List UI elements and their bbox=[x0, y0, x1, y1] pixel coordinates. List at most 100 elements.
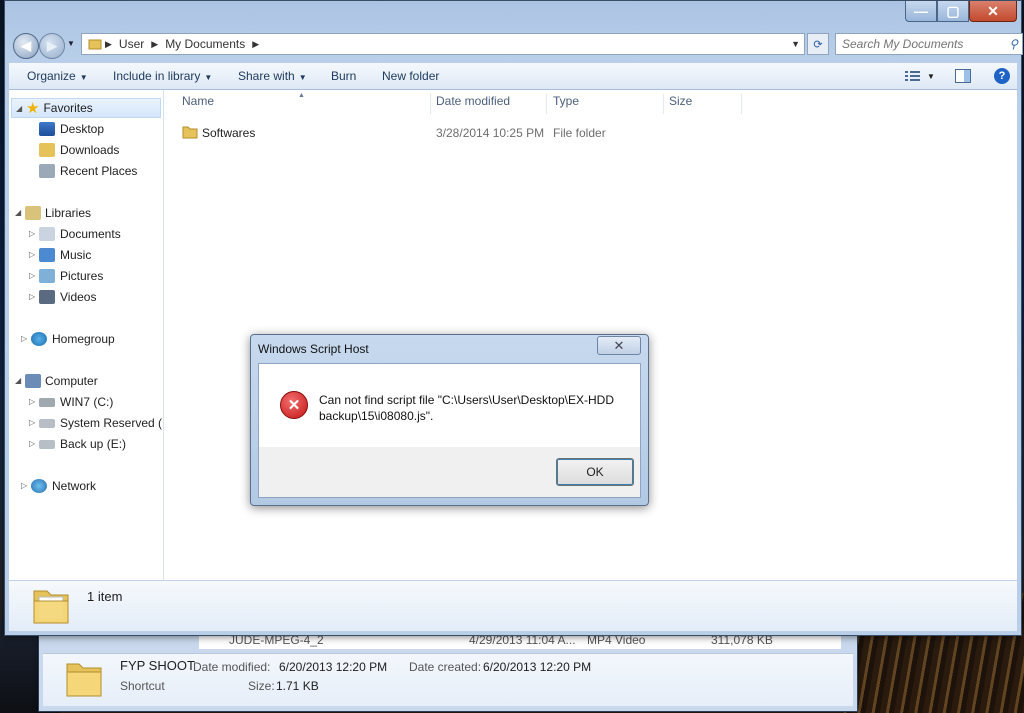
expand-arrow-icon[interactable]: ◢ bbox=[15, 376, 21, 385]
tree-item-documents[interactable]: ▷ Documents bbox=[29, 224, 121, 244]
minimize-button[interactable]: — bbox=[905, 1, 937, 22]
explorer-window[interactable]: — ▢ ✕ ◀ ▶ ▼ ▶ User ▶ My Documents ▶ ▼ ⟳ … bbox=[4, 0, 1023, 636]
dialog-footer: OK bbox=[259, 447, 640, 497]
tree-item-homegroup[interactable]: ▷ Homegroup bbox=[21, 329, 115, 349]
search-box[interactable]: ⚲ bbox=[835, 33, 1023, 55]
documents-icon bbox=[39, 227, 55, 241]
tree-item-videos[interactable]: ▷ Videos bbox=[29, 287, 96, 307]
background-details-name: FYP SHOOT bbox=[120, 658, 195, 673]
tree-item-drive-e[interactable]: ▷ Back up (E:) bbox=[29, 434, 126, 454]
address-dropdown-icon[interactable]: ▼ bbox=[791, 39, 800, 49]
file-row[interactable]: Softwares 3/28/2014 10:25 PM File folder bbox=[174, 122, 734, 142]
collapse-arrow-icon[interactable]: ▷ bbox=[29, 250, 35, 259]
pictures-icon bbox=[39, 269, 55, 283]
tree-item-pictures[interactable]: ▷ Pictures bbox=[29, 266, 103, 286]
music-icon bbox=[39, 248, 55, 262]
collapse-arrow-icon[interactable]: ▷ bbox=[29, 292, 35, 301]
include-in-library-menu[interactable]: Include in library ▼ bbox=[113, 69, 212, 83]
background-date-modified-label: Date modified: bbox=[193, 660, 271, 674]
breadcrumb-separator-icon: ▶ bbox=[105, 38, 112, 49]
collapse-arrow-icon[interactable]: ▷ bbox=[29, 418, 35, 427]
include-in-library-label: Include in library bbox=[113, 69, 201, 83]
share-with-menu[interactable]: Share with ▼ bbox=[238, 69, 307, 83]
refresh-button[interactable]: ⟳ bbox=[807, 33, 829, 55]
tree-item-music[interactable]: ▷ Music bbox=[29, 245, 91, 265]
column-divider[interactable] bbox=[430, 94, 431, 114]
computer-icon bbox=[25, 374, 41, 388]
maximize-button[interactable]: ▢ bbox=[937, 1, 969, 22]
tree-item-favorites[interactable]: ◢ ★ Favorites bbox=[11, 98, 161, 118]
homegroup-icon bbox=[31, 332, 47, 346]
help-button[interactable]: ? bbox=[993, 67, 1011, 85]
address-bar[interactable]: ▶ User ▶ My Documents ▶ ▼ bbox=[81, 33, 805, 55]
forward-button[interactable]: ▶ bbox=[39, 33, 65, 59]
close-button[interactable]: ✕ bbox=[969, 1, 1017, 22]
caption-buttons: — ▢ ✕ bbox=[905, 1, 1017, 23]
column-header-date-modified[interactable]: Date modified bbox=[436, 94, 510, 114]
tree-label-downloads: Downloads bbox=[60, 143, 120, 157]
change-view-button[interactable]: ▼ bbox=[901, 67, 939, 85]
ok-button[interactable]: OK bbox=[556, 458, 634, 486]
expand-arrow-icon[interactable]: ◢ bbox=[16, 104, 22, 113]
burn-button[interactable]: Burn bbox=[331, 69, 356, 83]
item-count: 1 item bbox=[87, 589, 123, 604]
collapse-arrow-icon[interactable]: ▷ bbox=[29, 271, 35, 280]
background-date-modified: 6/20/2013 12:20 PM bbox=[279, 660, 388, 674]
column-divider[interactable] bbox=[663, 94, 664, 114]
preview-pane-button[interactable] bbox=[953, 67, 973, 85]
breadcrumb-user[interactable]: User bbox=[119, 37, 144, 51]
breadcrumb-my-documents[interactable]: My Documents bbox=[165, 37, 245, 51]
recent-places-icon bbox=[39, 164, 55, 178]
background-details-pane: FYP SHOOT Date modified: 6/20/2013 12:20… bbox=[43, 653, 853, 706]
navigation-bar: ◀ ▶ ▼ ▶ User ▶ My Documents ▶ ▼ ⟳ ⚲ bbox=[11, 31, 1023, 59]
share-with-label: Share with bbox=[238, 69, 295, 83]
tree-label-computer: Computer bbox=[45, 374, 98, 388]
tree-item-computer[interactable]: ◢ Computer bbox=[11, 371, 98, 391]
drive-icon bbox=[39, 397, 55, 407]
column-divider[interactable] bbox=[546, 94, 547, 114]
column-divider[interactable] bbox=[741, 94, 742, 114]
organize-menu[interactable]: Organize ▼ bbox=[27, 69, 88, 83]
search-icon[interactable]: ⚲ bbox=[1009, 37, 1018, 51]
expand-arrow-icon[interactable]: ◢ bbox=[15, 208, 21, 217]
tree-item-desktop[interactable]: Desktop bbox=[39, 119, 104, 139]
videos-icon bbox=[39, 290, 55, 304]
column-header-size[interactable]: Size bbox=[669, 94, 692, 114]
tree-item-libraries[interactable]: ◢ Libraries bbox=[11, 203, 91, 223]
libraries-icon bbox=[25, 206, 41, 220]
tree-label-recent-places: Recent Places bbox=[60, 164, 138, 178]
chevron-down-icon: ▼ bbox=[79, 73, 88, 82]
column-header-name[interactable]: Name ▲ bbox=[182, 92, 305, 114]
error-dialog[interactable]: Windows Script Host ✕ ✕ Can not find scr… bbox=[250, 334, 649, 506]
recent-pages-dropdown[interactable]: ▼ bbox=[67, 39, 75, 48]
tree-item-drive-d[interactable]: ▷ System Reserved (D:) bbox=[29, 413, 163, 433]
drive-icon bbox=[39, 439, 55, 449]
help-icon: ? bbox=[994, 68, 1010, 84]
chevron-down-icon: ▼ bbox=[298, 73, 307, 82]
desktop-icon bbox=[39, 122, 55, 136]
dialog-message-area: ✕ Can not find script file "C:\Users\Use… bbox=[259, 364, 640, 448]
collapse-arrow-icon[interactable]: ▷ bbox=[21, 481, 27, 490]
refresh-icon: ⟳ bbox=[813, 38, 823, 51]
tree-label-favorites: Favorites bbox=[43, 101, 93, 115]
downloads-icon bbox=[39, 143, 55, 157]
back-arrow-icon: ◀ bbox=[21, 38, 31, 53]
search-input[interactable] bbox=[842, 37, 1002, 51]
background-size-label: Size: bbox=[248, 679, 275, 693]
collapse-arrow-icon[interactable]: ▷ bbox=[29, 439, 35, 448]
collapse-arrow-icon[interactable]: ▷ bbox=[21, 334, 27, 343]
collapse-arrow-icon[interactable]: ▷ bbox=[29, 229, 35, 238]
collapse-arrow-icon[interactable]: ▷ bbox=[29, 397, 35, 406]
dialog-close-button[interactable]: ✕ bbox=[597, 336, 641, 355]
tree-item-recent-places[interactable]: Recent Places bbox=[39, 161, 137, 181]
column-header-type[interactable]: Type bbox=[553, 94, 579, 114]
details-pane: 1 item bbox=[9, 580, 1017, 631]
tree-item-network[interactable]: ▷ Network bbox=[21, 476, 96, 496]
back-button[interactable]: ◀ bbox=[13, 33, 39, 59]
tree-label-documents: Documents bbox=[60, 227, 121, 241]
sort-ascending-icon: ▲ bbox=[298, 92, 305, 99]
tree-item-drive-c[interactable]: ▷ WIN7 (C:) bbox=[29, 392, 113, 412]
new-folder-button[interactable]: New folder bbox=[382, 69, 439, 83]
tree-item-downloads[interactable]: Downloads bbox=[39, 140, 119, 160]
tree-label-drive-d: System Reserved (D:) bbox=[60, 416, 163, 430]
